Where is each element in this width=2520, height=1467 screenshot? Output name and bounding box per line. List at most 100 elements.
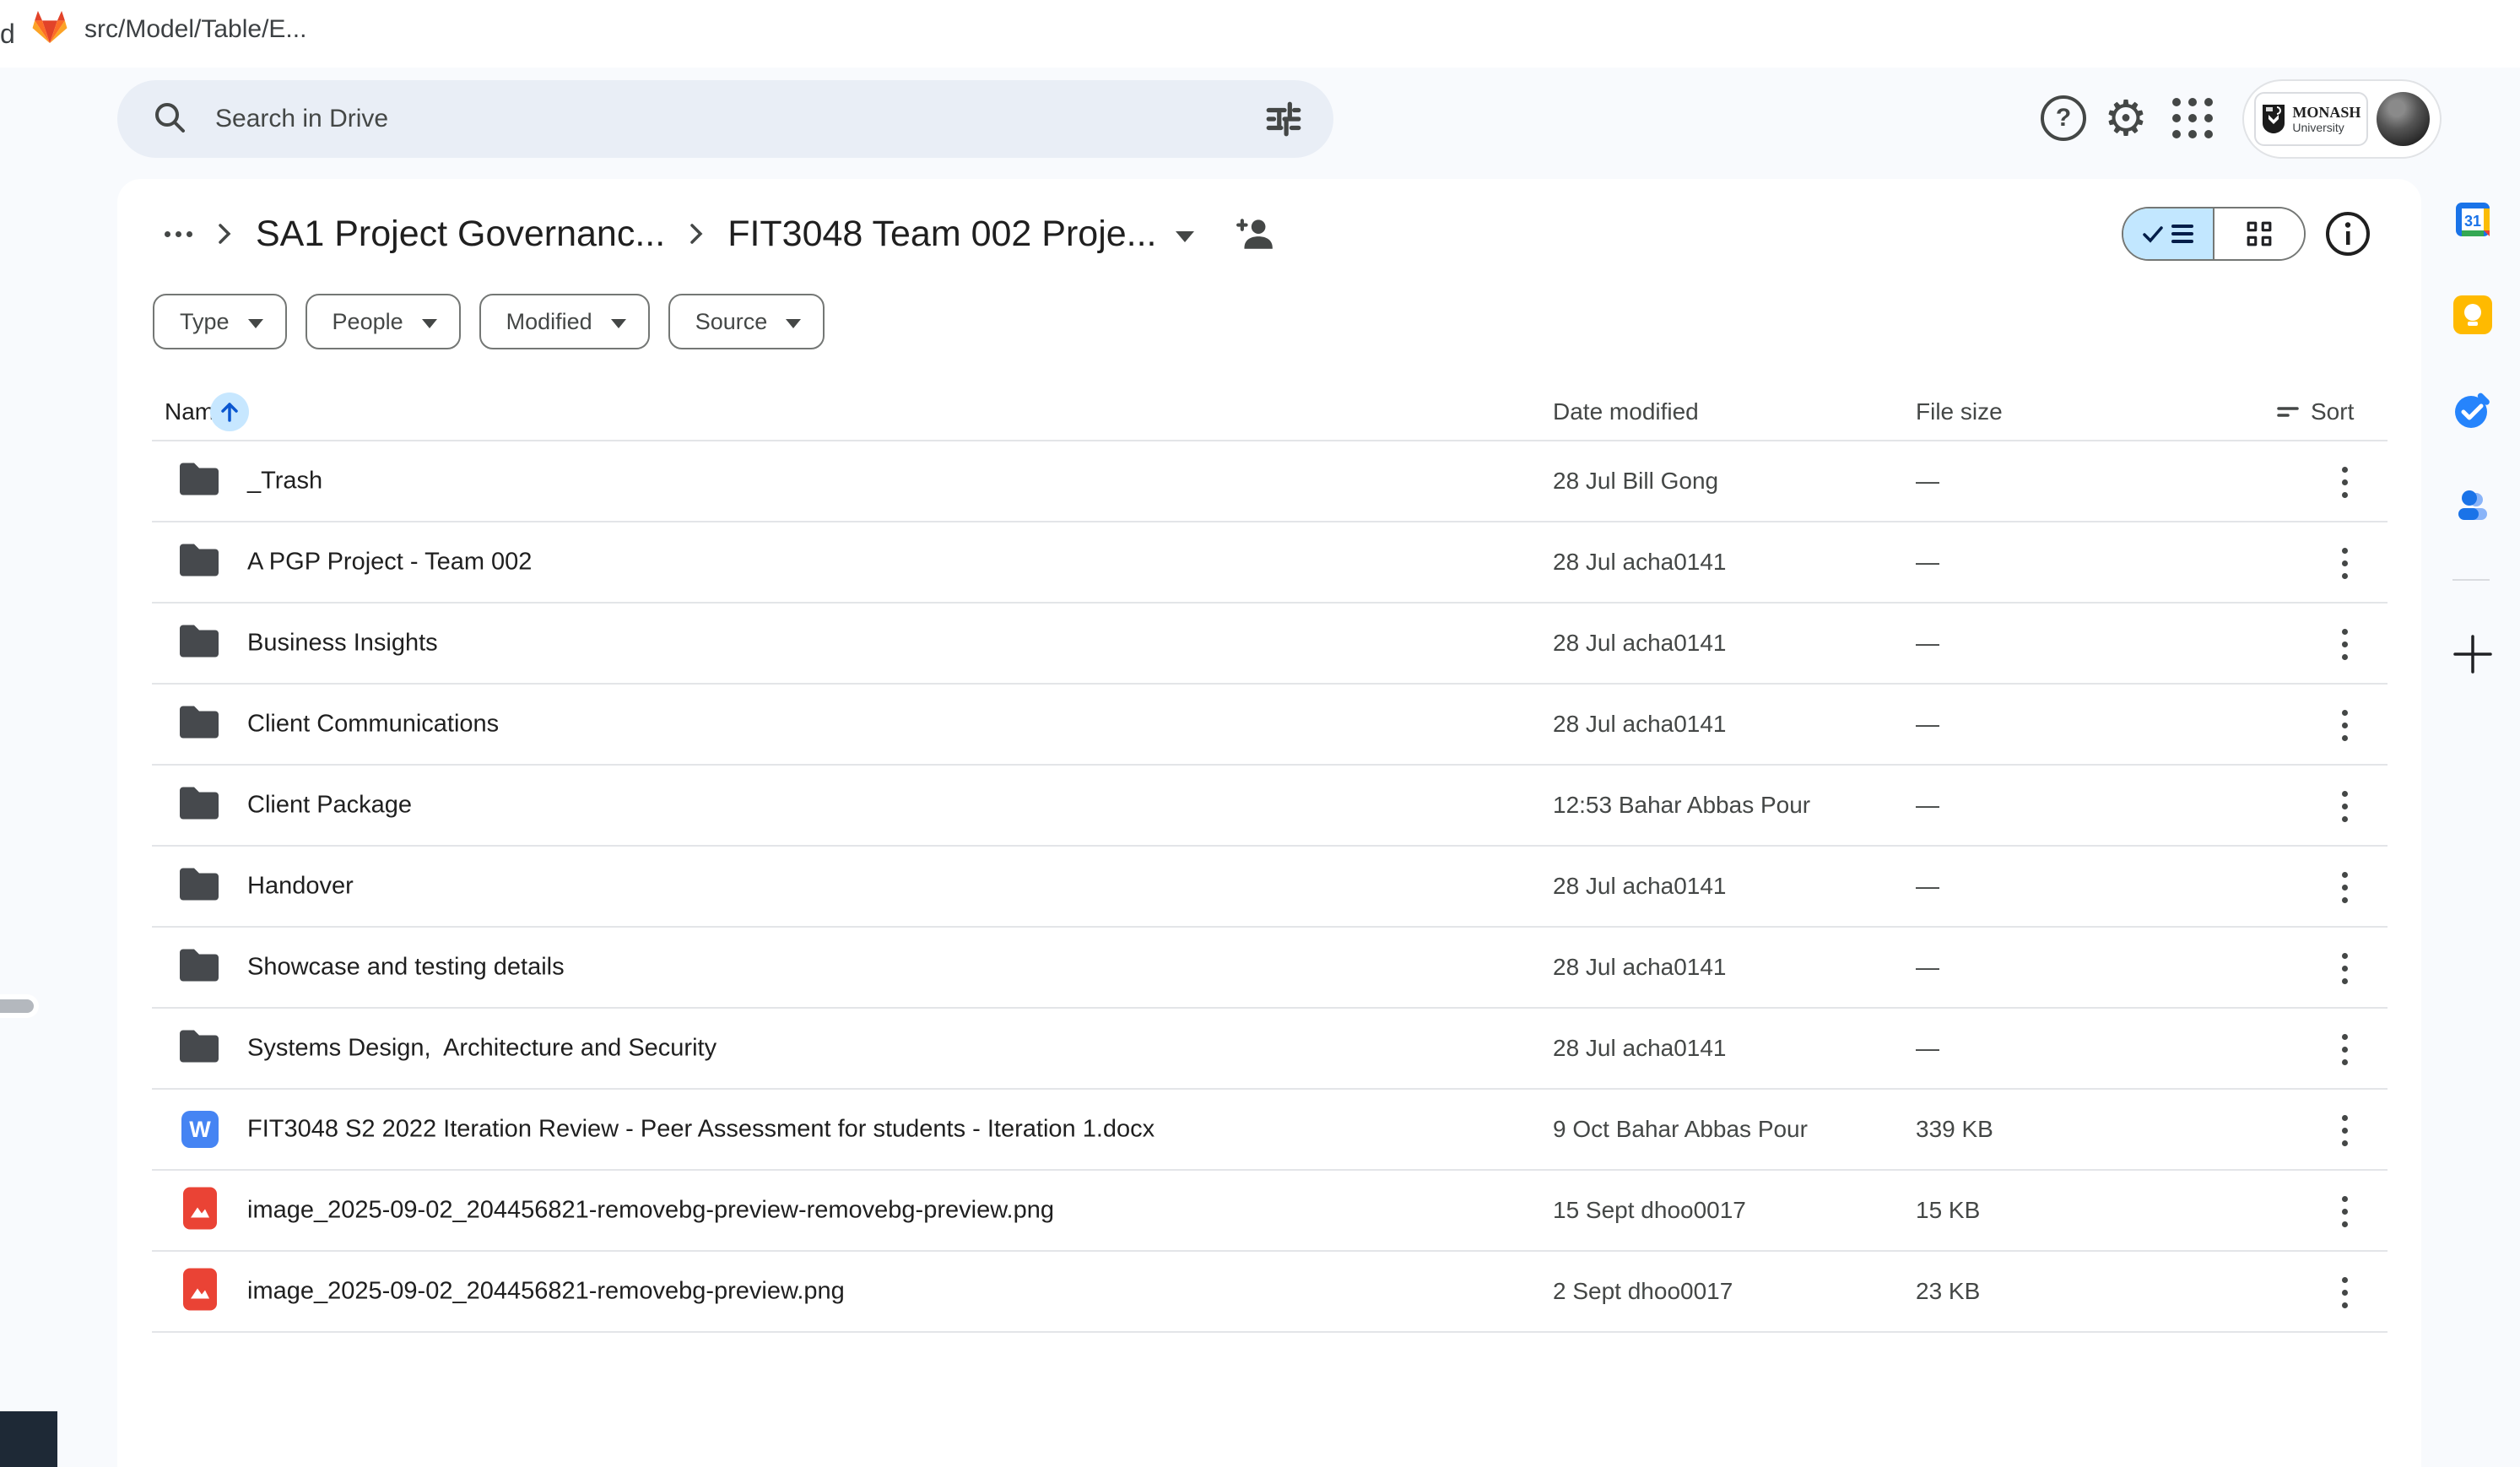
file-name: Client Communications (247, 711, 499, 739)
browser-tab-strip: d src/Model/Table/E... (0, 0, 2520, 68)
file-name: image_2025-09-02_204456821-removebg-prev… (247, 1278, 845, 1306)
row-menu-button[interactable] (2321, 701, 2368, 749)
breadcrumb-more-button[interactable] (151, 207, 205, 261)
row-menu-button[interactable] (2321, 863, 2368, 911)
help-button[interactable]: ? (2041, 95, 2086, 141)
file-name: Systems Design, Architecture and Securit… (247, 1035, 717, 1063)
account-pill[interactable]: MONASH University (2242, 79, 2442, 159)
tasks-icon[interactable] (2453, 391, 2492, 430)
file-name: Handover (247, 873, 354, 901)
row-menu-button[interactable] (2321, 620, 2368, 668)
svg-text:31: 31 (2464, 213, 2481, 230)
filter-chips: Type People Modified Source (153, 294, 825, 349)
view-toggle (2122, 207, 2306, 261)
table-row[interactable]: W Showcase and testing details 28 Jul ac… (152, 928, 2388, 1009)
breadcrumb-current-label: FIT3048 Team 002 Proje... (727, 214, 1156, 255)
table-row[interactable]: W _Trash 28 Jul Bill Gong — (152, 441, 2388, 522)
file-size: 23 KB (1916, 1278, 1980, 1305)
file-name: Business Insights (247, 630, 438, 658)
chip-label: Type (180, 309, 230, 335)
apps-grid-icon (2172, 98, 2213, 138)
file-modified: 12:53 Bahar Abbas Pour (1553, 792, 1810, 819)
manage-members-button[interactable] (1235, 213, 1277, 255)
filter-chip-people[interactable]: People (306, 294, 461, 349)
settings-button[interactable] (2104, 94, 2148, 143)
file-size: — (1916, 468, 1939, 495)
row-menu-button[interactable] (2321, 539, 2368, 587)
folder-icon (180, 869, 219, 905)
row-menu-button[interactable] (2321, 945, 2368, 992)
breadcrumb-current[interactable]: FIT3048 Team 002 Proje... (716, 208, 1205, 260)
folder-icon (180, 950, 219, 986)
search-input[interactable] (215, 105, 1264, 133)
table-row[interactable]: W Handover 28 Jul acha0141 — (152, 847, 2388, 928)
table-row[interactable]: W image_2025-09-02_204456821-removebg-pr… (152, 1252, 2388, 1333)
browser-tab[interactable]: src/Model/Table/E... (30, 8, 306, 50)
chevron-down-icon (611, 319, 626, 328)
list-view-toggle[interactable] (2123, 208, 2213, 259)
column-header-modified[interactable]: Date modified (1553, 398, 1699, 425)
row-menu-button[interactable] (2321, 458, 2368, 506)
org-name: MONASH (2292, 105, 2360, 120)
table-row[interactable]: W image_2025-09-02_204456821-removebg-pr… (152, 1171, 2388, 1252)
grid-view-toggle[interactable] (2214, 208, 2304, 259)
chip-label: Source (695, 309, 768, 335)
file-modified: 9 Oct Bahar Abbas Pour (1553, 1116, 1808, 1143)
row-menu-button[interactable] (2321, 1026, 2368, 1073)
left-scroll-handle[interactable] (0, 994, 39, 1018)
chevron-down-icon (248, 319, 263, 328)
table-row[interactable]: W FIT3048 S2 2022 Iteration Review - Pee… (152, 1090, 2388, 1171)
breadcrumb-parent[interactable]: SA1 Project Governanc... (244, 208, 677, 260)
filter-chip-source[interactable]: Source (668, 294, 825, 349)
row-menu-button[interactable] (2321, 1188, 2368, 1235)
gitlab-logo-icon (30, 8, 69, 50)
table-header: Name Date modified File size Sort (152, 384, 2388, 441)
folder-icon (180, 463, 219, 500)
file-name: image_2025-09-02_204456821-removebg-prev… (247, 1197, 1054, 1225)
window-corner (0, 1411, 57, 1467)
file-size: — (1916, 792, 1939, 819)
table-row[interactable]: W Systems Design, Architecture and Secur… (152, 1009, 2388, 1090)
file-modified: 15 Sept dhoo0017 (1553, 1197, 1746, 1224)
folder-icon (180, 706, 219, 743)
row-menu-button[interactable] (2321, 1107, 2368, 1154)
drive-app: ? MONASH University (0, 68, 2520, 1467)
keep-icon[interactable] (2453, 295, 2492, 334)
details-button[interactable] (2324, 210, 2371, 257)
google-apps-button[interactable] (2166, 91, 2220, 145)
file-name: FIT3048 S2 2022 Iteration Review - Peer … (247, 1116, 1155, 1144)
file-modified: 28 Jul acha0141 (1553, 630, 1727, 657)
sort-button[interactable]: Sort (2277, 398, 2354, 425)
file-modified: 28 Jul Bill Gong (1553, 468, 1718, 495)
image-file-icon (183, 1188, 217, 1234)
sort-label: Sort (2311, 398, 2354, 425)
file-modified: 28 Jul acha0141 (1553, 711, 1727, 738)
row-menu-button[interactable] (2321, 1269, 2368, 1316)
search-options-icon[interactable] (1264, 100, 1303, 138)
column-header-size[interactable]: File size (1916, 398, 2003, 425)
search-bar[interactable] (117, 80, 1333, 158)
sort-icon (2277, 401, 2299, 423)
image-file-icon (183, 1269, 217, 1315)
chevron-down-icon (422, 319, 437, 328)
clipped-tab[interactable]: d (0, 19, 15, 50)
check-icon (2142, 223, 2164, 245)
file-size: — (1916, 873, 1939, 900)
table-row[interactable]: W Client Communications 28 Jul acha0141 … (152, 685, 2388, 766)
calendar-icon[interactable]: 31 (2453, 200, 2492, 239)
file-name: Showcase and testing details (247, 954, 565, 982)
monash-shield-icon (2261, 103, 2286, 135)
filter-chip-modified[interactable]: Modified (479, 294, 650, 349)
table-row[interactable]: W A PGP Project - Team 002 28 Jul acha01… (152, 522, 2388, 604)
rail-divider (2452, 579, 2490, 581)
help-icon: ? (2041, 95, 2086, 141)
word-file-icon: W (181, 1111, 219, 1148)
contacts-icon[interactable] (2453, 486, 2492, 525)
get-add-ons-button[interactable] (2453, 635, 2492, 674)
table-row[interactable]: W Client Package 12:53 Bahar Abbas Pour … (152, 766, 2388, 847)
sort-ascending-button[interactable] (210, 392, 249, 431)
row-menu-button[interactable] (2321, 782, 2368, 830)
table-row[interactable]: W Business Insights 28 Jul acha0141 — (152, 604, 2388, 685)
filter-chip-type[interactable]: Type (153, 294, 287, 349)
gear-icon (2104, 94, 2148, 143)
